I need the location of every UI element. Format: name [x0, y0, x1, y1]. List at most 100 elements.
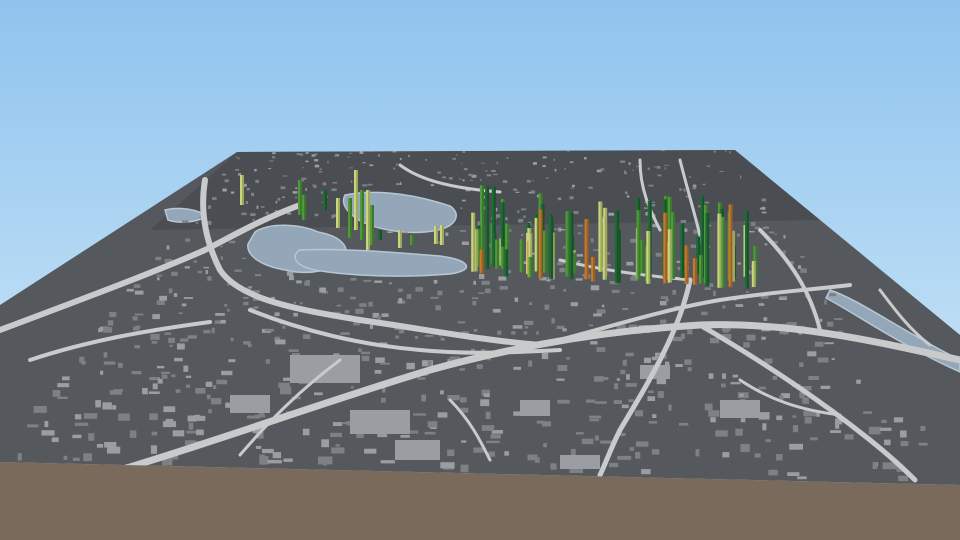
data-bar[interactable] [240, 175, 244, 205]
building [554, 168, 557, 172]
building [359, 151, 364, 154]
data-bar[interactable] [360, 190, 364, 240]
data-bar[interactable] [614, 210, 619, 284]
building [577, 232, 582, 235]
building [722, 452, 730, 458]
building [440, 390, 444, 395]
building [792, 425, 799, 433]
data-bar[interactable] [323, 190, 327, 210]
data-bar[interactable] [336, 198, 340, 228]
data-bar[interactable] [591, 256, 596, 282]
city-3d-map-scene[interactable] [0, 0, 960, 540]
building [608, 212, 615, 216]
data-bar[interactable] [646, 231, 651, 284]
data-bar[interactable] [728, 204, 733, 287]
building [134, 345, 141, 349]
building [150, 445, 157, 454]
building [518, 218, 524, 223]
data-bar[interactable] [699, 255, 703, 284]
building [331, 188, 337, 191]
data-bar[interactable] [602, 216, 607, 280]
data-bar[interactable] [504, 249, 509, 277]
data-bar[interactable] [410, 235, 414, 245]
building [314, 164, 320, 168]
building [437, 290, 443, 296]
data-bar[interactable] [495, 239, 500, 269]
data-bar[interactable] [370, 205, 374, 245]
building [282, 325, 286, 329]
building [614, 383, 619, 390]
building [743, 342, 750, 348]
building [515, 191, 520, 193]
building [460, 230, 466, 232]
data-bar[interactable] [366, 190, 370, 250]
data-bar[interactable] [569, 212, 574, 279]
data-bar[interactable] [354, 170, 358, 230]
building [347, 156, 350, 158]
building [556, 263, 564, 266]
building [893, 417, 904, 423]
data-bar[interactable] [751, 261, 756, 288]
building [619, 161, 622, 163]
data-bar[interactable] [434, 226, 438, 244]
building [361, 355, 370, 362]
building [377, 154, 380, 157]
data-bar[interactable] [302, 195, 306, 220]
data-bar[interactable] [692, 258, 697, 285]
building [414, 336, 418, 339]
data-bar[interactable] [565, 211, 570, 277]
building [57, 383, 70, 388]
building [302, 334, 311, 339]
data-bar[interactable] [348, 198, 352, 238]
data-bar[interactable] [398, 230, 402, 248]
building [774, 233, 777, 235]
data-bar[interactable] [667, 229, 672, 283]
building [188, 422, 194, 430]
data-bar[interactable] [680, 223, 685, 278]
data-bar[interactable] [543, 230, 547, 273]
data-bar[interactable] [663, 212, 668, 284]
building [593, 313, 602, 317]
building [63, 455, 68, 460]
data-bar[interactable] [549, 216, 554, 279]
building [100, 370, 104, 375]
building [588, 324, 593, 327]
building [750, 222, 756, 226]
data-bar[interactable] [705, 213, 710, 287]
building [543, 443, 547, 448]
data-bar[interactable] [584, 219, 589, 280]
building [737, 233, 740, 237]
building [229, 240, 236, 244]
building [348, 167, 354, 169]
building [193, 260, 197, 263]
building [533, 162, 537, 165]
building [102, 402, 112, 410]
building [445, 232, 449, 236]
building [868, 426, 881, 435]
data-bar[interactable] [378, 230, 382, 240]
building [224, 179, 229, 183]
data-bar[interactable] [717, 213, 722, 288]
building [765, 439, 771, 442]
building [581, 438, 594, 445]
data-bar[interactable] [721, 216, 726, 288]
data-bar[interactable] [636, 210, 641, 280]
data-bar[interactable] [684, 245, 689, 284]
data-bar[interactable] [744, 211, 749, 289]
data-bar[interactable] [528, 257, 533, 278]
building [480, 179, 482, 181]
building [126, 288, 134, 292]
data-bar[interactable] [440, 225, 444, 245]
data-bar[interactable] [471, 212, 476, 272]
building [630, 292, 635, 294]
data-bar[interactable] [538, 209, 543, 279]
building [318, 171, 323, 173]
data-bar[interactable] [519, 239, 524, 273]
building [230, 395, 270, 413]
building [459, 178, 462, 180]
data-bar[interactable] [598, 201, 603, 272]
data-bar[interactable] [298, 180, 302, 215]
data-bar[interactable] [479, 249, 484, 274]
data-bar[interactable] [500, 246, 505, 269]
data-bar[interactable] [485, 185, 490, 269]
